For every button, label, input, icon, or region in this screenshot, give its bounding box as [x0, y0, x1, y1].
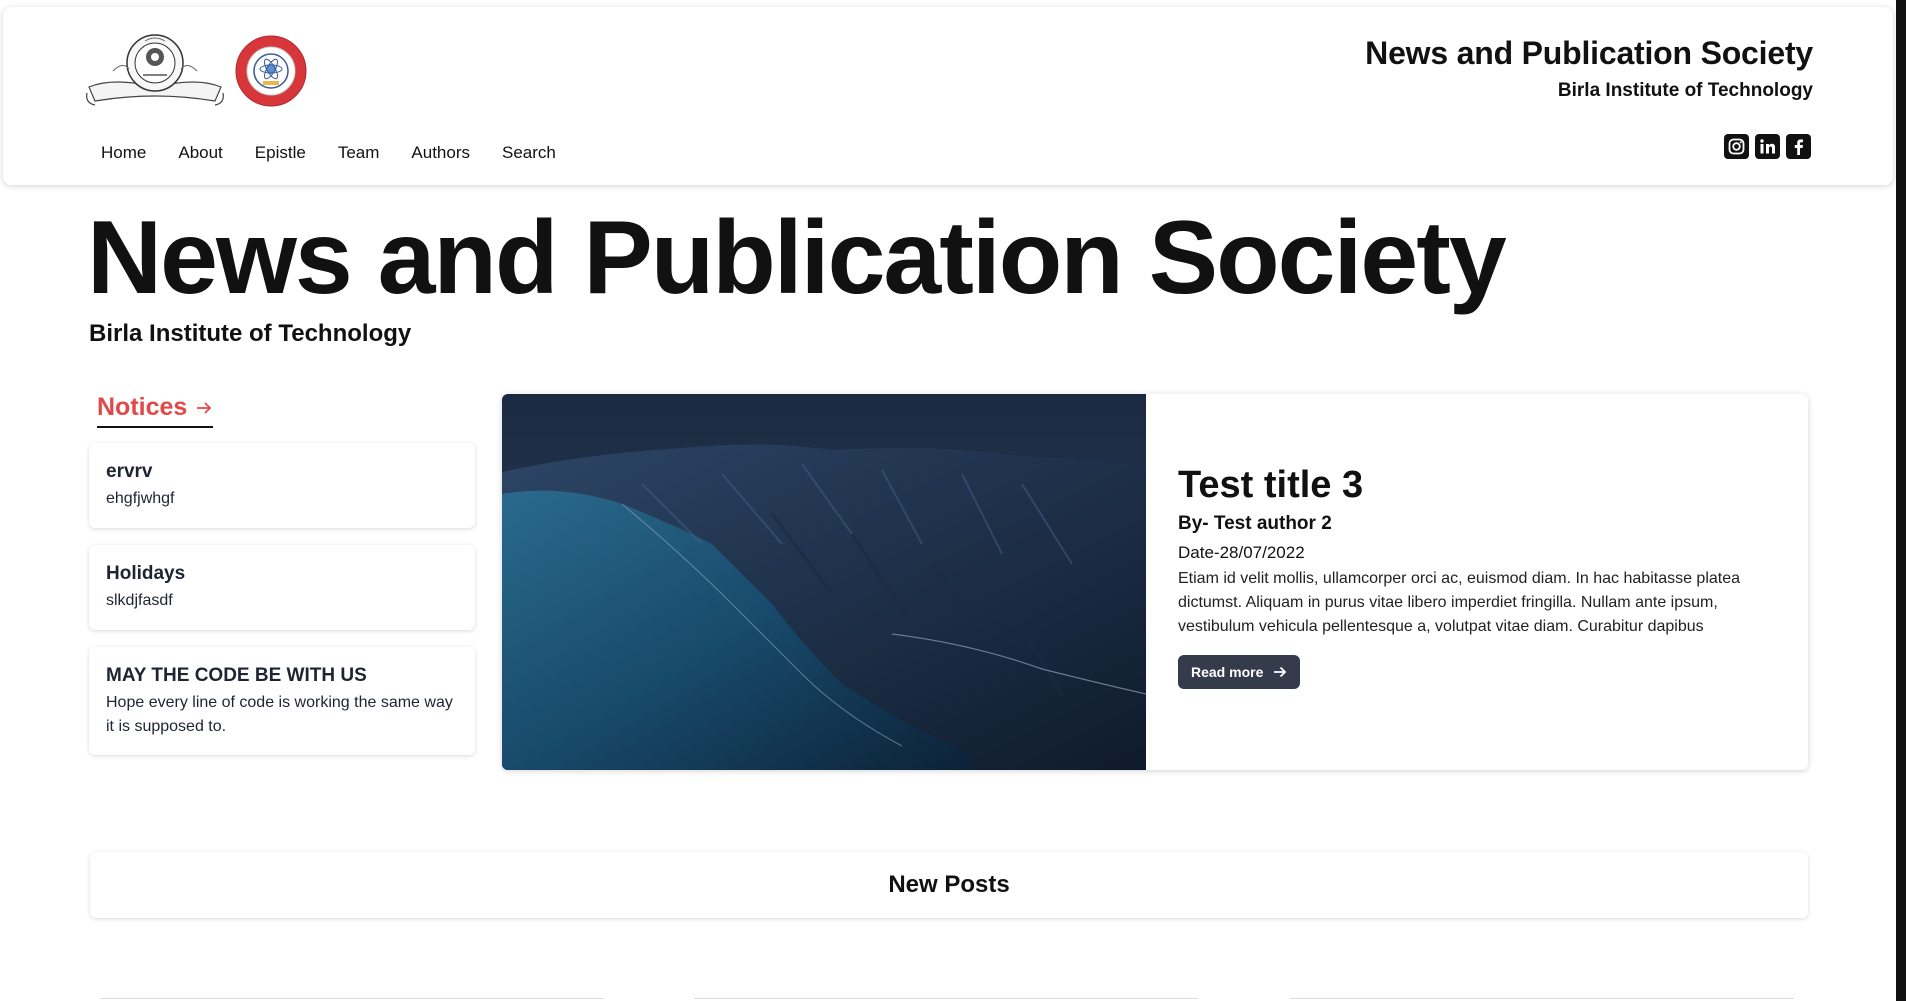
logo-group	[83, 31, 307, 111]
notice-card[interactable]: Holidays slkdjfasdf	[89, 545, 475, 630]
nav-about[interactable]: About	[162, 137, 238, 169]
nav-authors[interactable]: Authors	[395, 137, 486, 169]
hero-subtitle: Birla Institute of Technology	[89, 320, 412, 347]
bit-seal-logo[interactable]	[235, 35, 307, 107]
notice-body: ehgfjwhgf	[106, 490, 175, 507]
nav-search[interactable]: Search	[486, 137, 572, 169]
new-posts-heading: New Posts	[888, 871, 1010, 898]
post-date: Date-28/07/2022	[1178, 543, 1305, 562]
nps-emblem-logo[interactable]	[83, 31, 227, 111]
instagram-icon[interactable]	[1724, 134, 1749, 159]
featured-post-content: Test title 3 By- Test author 2 Date-28/0…	[1178, 464, 1768, 689]
notice-body: Hope every line of code is working the s…	[106, 694, 453, 735]
featured-post: Test title 3 By- Test author 2 Date-28/0…	[502, 394, 1808, 770]
social-links	[1724, 134, 1811, 159]
nav-home[interactable]: Home	[85, 137, 162, 169]
arrow-right-icon	[197, 401, 212, 414]
header-title: News and Publication Society	[1365, 35, 1813, 71]
read-more-button[interactable]: Read more	[1178, 655, 1301, 689]
notice-card[interactable]: ervrv ehgfjwhgf	[89, 443, 475, 528]
site-header: News and Publication Society Birla Insti…	[3, 7, 1893, 185]
linkedin-icon[interactable]	[1755, 134, 1780, 159]
notices-link[interactable]: Notices	[97, 393, 214, 428]
notice-title: ervrv	[106, 461, 153, 482]
post-author: By- Test author 2	[1178, 513, 1332, 534]
notice-card[interactable]: MAY THE CODE BE WITH US Hope every line …	[89, 647, 475, 755]
main-nav: Home About Epistle Team Authors Search	[85, 137, 572, 169]
post-excerpt: Etiam id velit mollis, ullamcorper orci …	[1178, 570, 1741, 635]
notice-title: MAY THE CODE BE WITH US	[106, 665, 367, 686]
notices-heading-label: Notices	[97, 393, 188, 421]
nav-team[interactable]: Team	[322, 137, 396, 169]
hero-title: News and Publication Society	[87, 200, 1507, 316]
notice-title: Holidays	[106, 563, 186, 584]
new-posts-section: New Posts	[90, 852, 1808, 918]
nav-epistle[interactable]: Epistle	[239, 137, 322, 169]
post-title[interactable]: Test title 3	[1178, 464, 1768, 507]
read-more-label: Read more	[1191, 664, 1264, 680]
notice-body: slkdjfasdf	[106, 592, 173, 609]
arrow-right-icon	[1274, 666, 1287, 678]
window-edge	[1896, 0, 1906, 1001]
featured-post-image[interactable]	[502, 394, 1146, 770]
header-subtitle: Birla Institute of Technology	[1557, 80, 1813, 101]
facebook-icon[interactable]	[1786, 134, 1811, 159]
